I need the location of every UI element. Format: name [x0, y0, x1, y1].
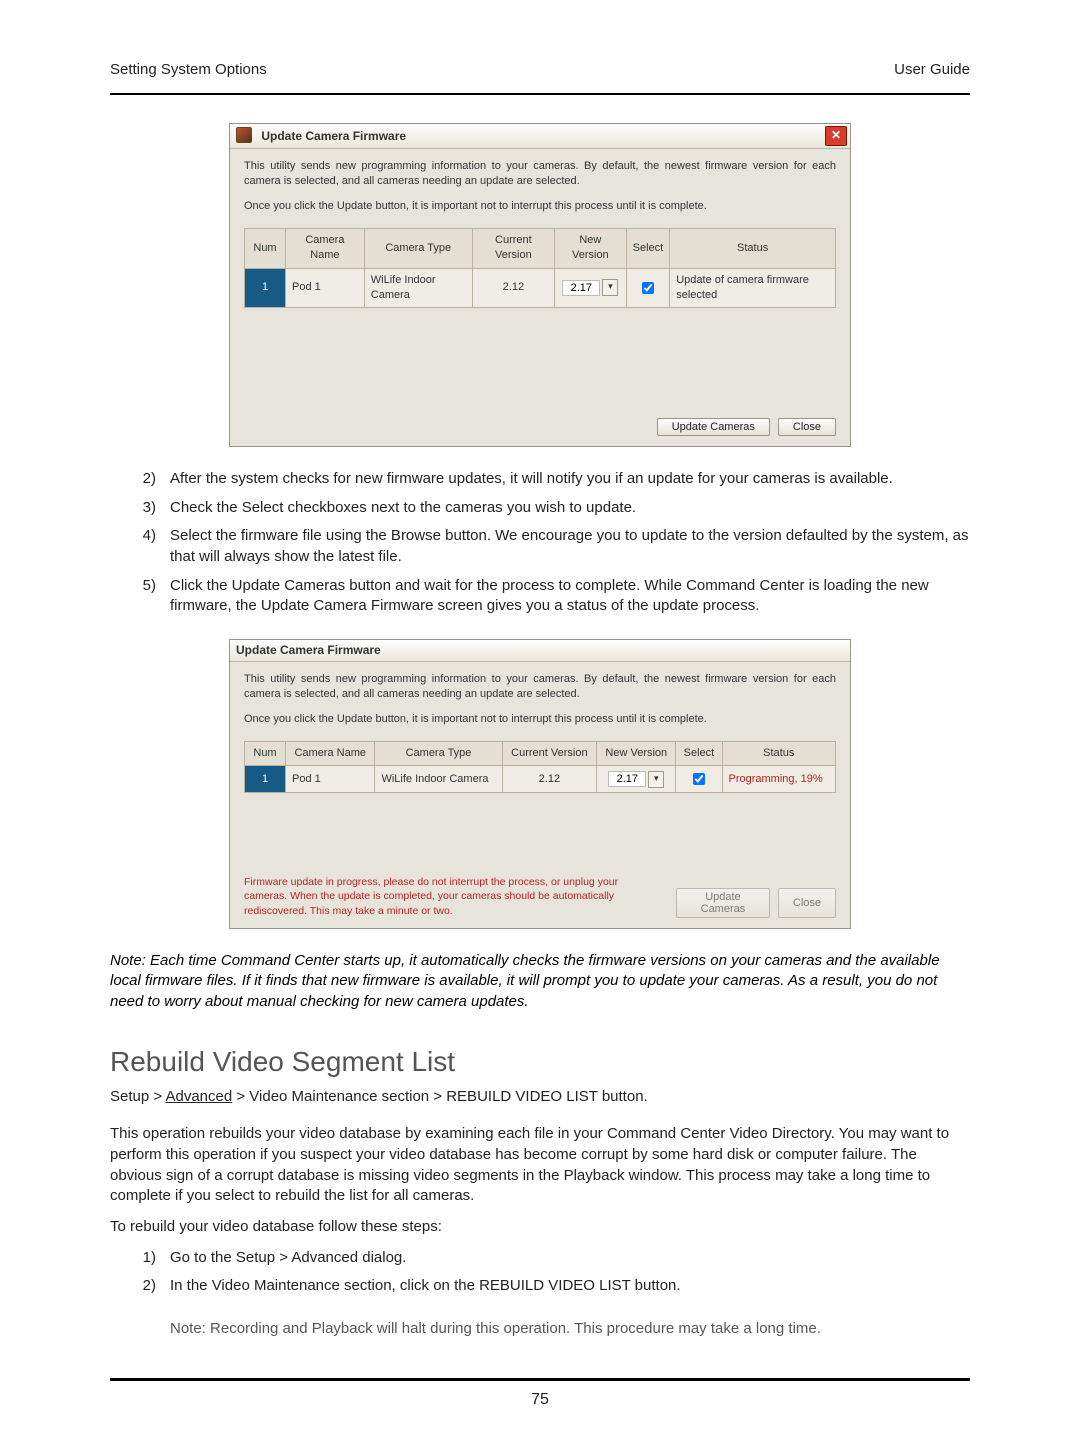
cell-name: Pod 1: [286, 268, 365, 307]
dialog-description: This utility sends new programming infor…: [244, 672, 836, 702]
camera-table: Num Camera Name Camera Type Current Vers…: [244, 228, 836, 308]
table-row[interactable]: 1 Pod 1 WiLife Indoor Camera 2.12 ▾ Prog…: [245, 766, 836, 793]
cell-cur: 2.12: [502, 766, 597, 793]
cell-name: Pod 1: [286, 766, 375, 793]
cell-new: ▾: [555, 268, 627, 307]
list-item: 3) Check the Select checkboxes next to t…: [110, 498, 970, 519]
chevron-down-icon[interactable]: ▾: [648, 771, 664, 788]
cell-num: 1: [245, 766, 286, 793]
table-row[interactable]: 1 Pod 1 WiLife Indoor Camera 2.12 ▾ Upda…: [245, 268, 836, 307]
dialog-description-2: Once you click the Update button, it is …: [244, 712, 836, 727]
section-lead: To rebuild your video database follow th…: [110, 1217, 970, 1238]
step-text: Select the firmware file using the Brows…: [170, 526, 970, 567]
footer-rule: [110, 1378, 970, 1381]
close-button[interactable]: Close: [778, 418, 836, 436]
step-number: 2): [110, 1276, 170, 1297]
step-text: Go to the Setup > Advanced dialog.: [170, 1248, 970, 1269]
list-item: 2) In the Video Maintenance section, cli…: [110, 1276, 970, 1297]
dialog-description-2: Once you click the Update button, it is …: [244, 199, 836, 214]
col-cur: Current Version: [502, 742, 597, 766]
path-part: Setup >: [110, 1088, 165, 1105]
dialog-description: This utility sends new programming infor…: [244, 159, 836, 189]
step-text: Click the Update Cameras button and wait…: [170, 576, 970, 617]
page-number: 75: [110, 1389, 970, 1411]
dialog-titlebar[interactable]: Update Camera Firmware: [230, 640, 850, 662]
operation-note: Note: Recording and Playback will halt d…: [170, 1319, 970, 1340]
col-num: Num: [245, 229, 286, 268]
select-checkbox[interactable]: [642, 282, 654, 294]
cell-type: WiLife Indoor Camera: [375, 766, 502, 793]
update-cameras-button[interactable]: Update Cameras: [657, 418, 770, 436]
cell-status: Programming, 19%: [722, 766, 836, 793]
dialog-title: Update Camera Firmware: [261, 129, 406, 143]
col-select: Select: [626, 229, 670, 268]
col-status: Status: [670, 229, 836, 268]
header-rule: [110, 93, 970, 95]
cell-num: 1: [245, 268, 286, 307]
update-firmware-dialog-1: Update Camera Firmware ✕ This utility se…: [229, 123, 851, 447]
close-icon[interactable]: ✕: [825, 126, 847, 146]
firmware-warning: Firmware update in progress, please do n…: [244, 875, 664, 918]
col-num: Num: [245, 742, 286, 766]
instruction-list-1: 2) After the system checks for new firmw…: [110, 469, 970, 617]
close-button: Close: [778, 888, 836, 918]
col-type: Camera Type: [375, 742, 502, 766]
col-select: Select: [676, 742, 722, 766]
cell-select: [626, 268, 670, 307]
cell-cur: 2.12: [472, 268, 554, 307]
header-left: Setting System Options: [110, 60, 267, 81]
section-paragraph: This operation rebuilds your video datab…: [110, 1124, 970, 1207]
dialog-titlebar[interactable]: Update Camera Firmware ✕: [230, 124, 850, 149]
cell-new: ▾: [597, 766, 676, 793]
path-link-advanced: Advanced: [165, 1088, 232, 1105]
new-version-input[interactable]: [608, 771, 646, 787]
update-firmware-dialog-2: Update Camera Firmware This utility send…: [229, 639, 851, 929]
col-type: Camera Type: [364, 229, 472, 268]
col-new: New Version: [555, 229, 627, 268]
step-text: Check the Select checkboxes next to the …: [170, 498, 970, 519]
cell-type: WiLife Indoor Camera: [364, 268, 472, 307]
col-cur: Current Version: [472, 229, 554, 268]
list-item: 4) Select the firmware file using the Br…: [110, 526, 970, 567]
step-number: 3): [110, 498, 170, 519]
col-status: Status: [722, 742, 836, 766]
step-number: 2): [110, 469, 170, 490]
update-cameras-button: Update Cameras: [676, 888, 770, 918]
step-number: 5): [110, 576, 170, 617]
list-item: 1) Go to the Setup > Advanced dialog.: [110, 1248, 970, 1269]
cell-select: [676, 766, 722, 793]
cell-status: Update of camera firmware selected: [670, 268, 836, 307]
app-icon: [236, 127, 252, 143]
setup-path: Setup > Advanced > Video Maintenance sec…: [110, 1087, 970, 1108]
list-item: 2) After the system checks for new firmw…: [110, 469, 970, 490]
select-checkbox[interactable]: [693, 773, 705, 785]
step-text: In the Video Maintenance section, click …: [170, 1276, 970, 1297]
list-item: 5) Click the Update Cameras button and w…: [110, 576, 970, 617]
chevron-down-icon[interactable]: ▾: [602, 279, 618, 296]
camera-table: Num Camera Name Camera Type Current Vers…: [244, 741, 836, 793]
header-right: User Guide: [894, 60, 970, 81]
col-name: Camera Name: [286, 229, 365, 268]
step-text: After the system checks for new firmware…: [170, 469, 970, 490]
instruction-list-2: 1) Go to the Setup > Advanced dialog. 2)…: [110, 1248, 970, 1297]
startup-note: Note: Each time Command Center starts up…: [110, 951, 970, 1013]
col-new: New Version: [597, 742, 676, 766]
dialog-title: Update Camera Firmware: [236, 642, 381, 659]
section-heading-rebuild: Rebuild Video Segment List: [110, 1043, 970, 1082]
step-number: 1): [110, 1248, 170, 1269]
col-name: Camera Name: [286, 742, 375, 766]
step-number: 4): [110, 526, 170, 567]
path-part: > Video Maintenance section > REBUILD VI…: [232, 1088, 648, 1105]
new-version-input[interactable]: [562, 280, 600, 296]
